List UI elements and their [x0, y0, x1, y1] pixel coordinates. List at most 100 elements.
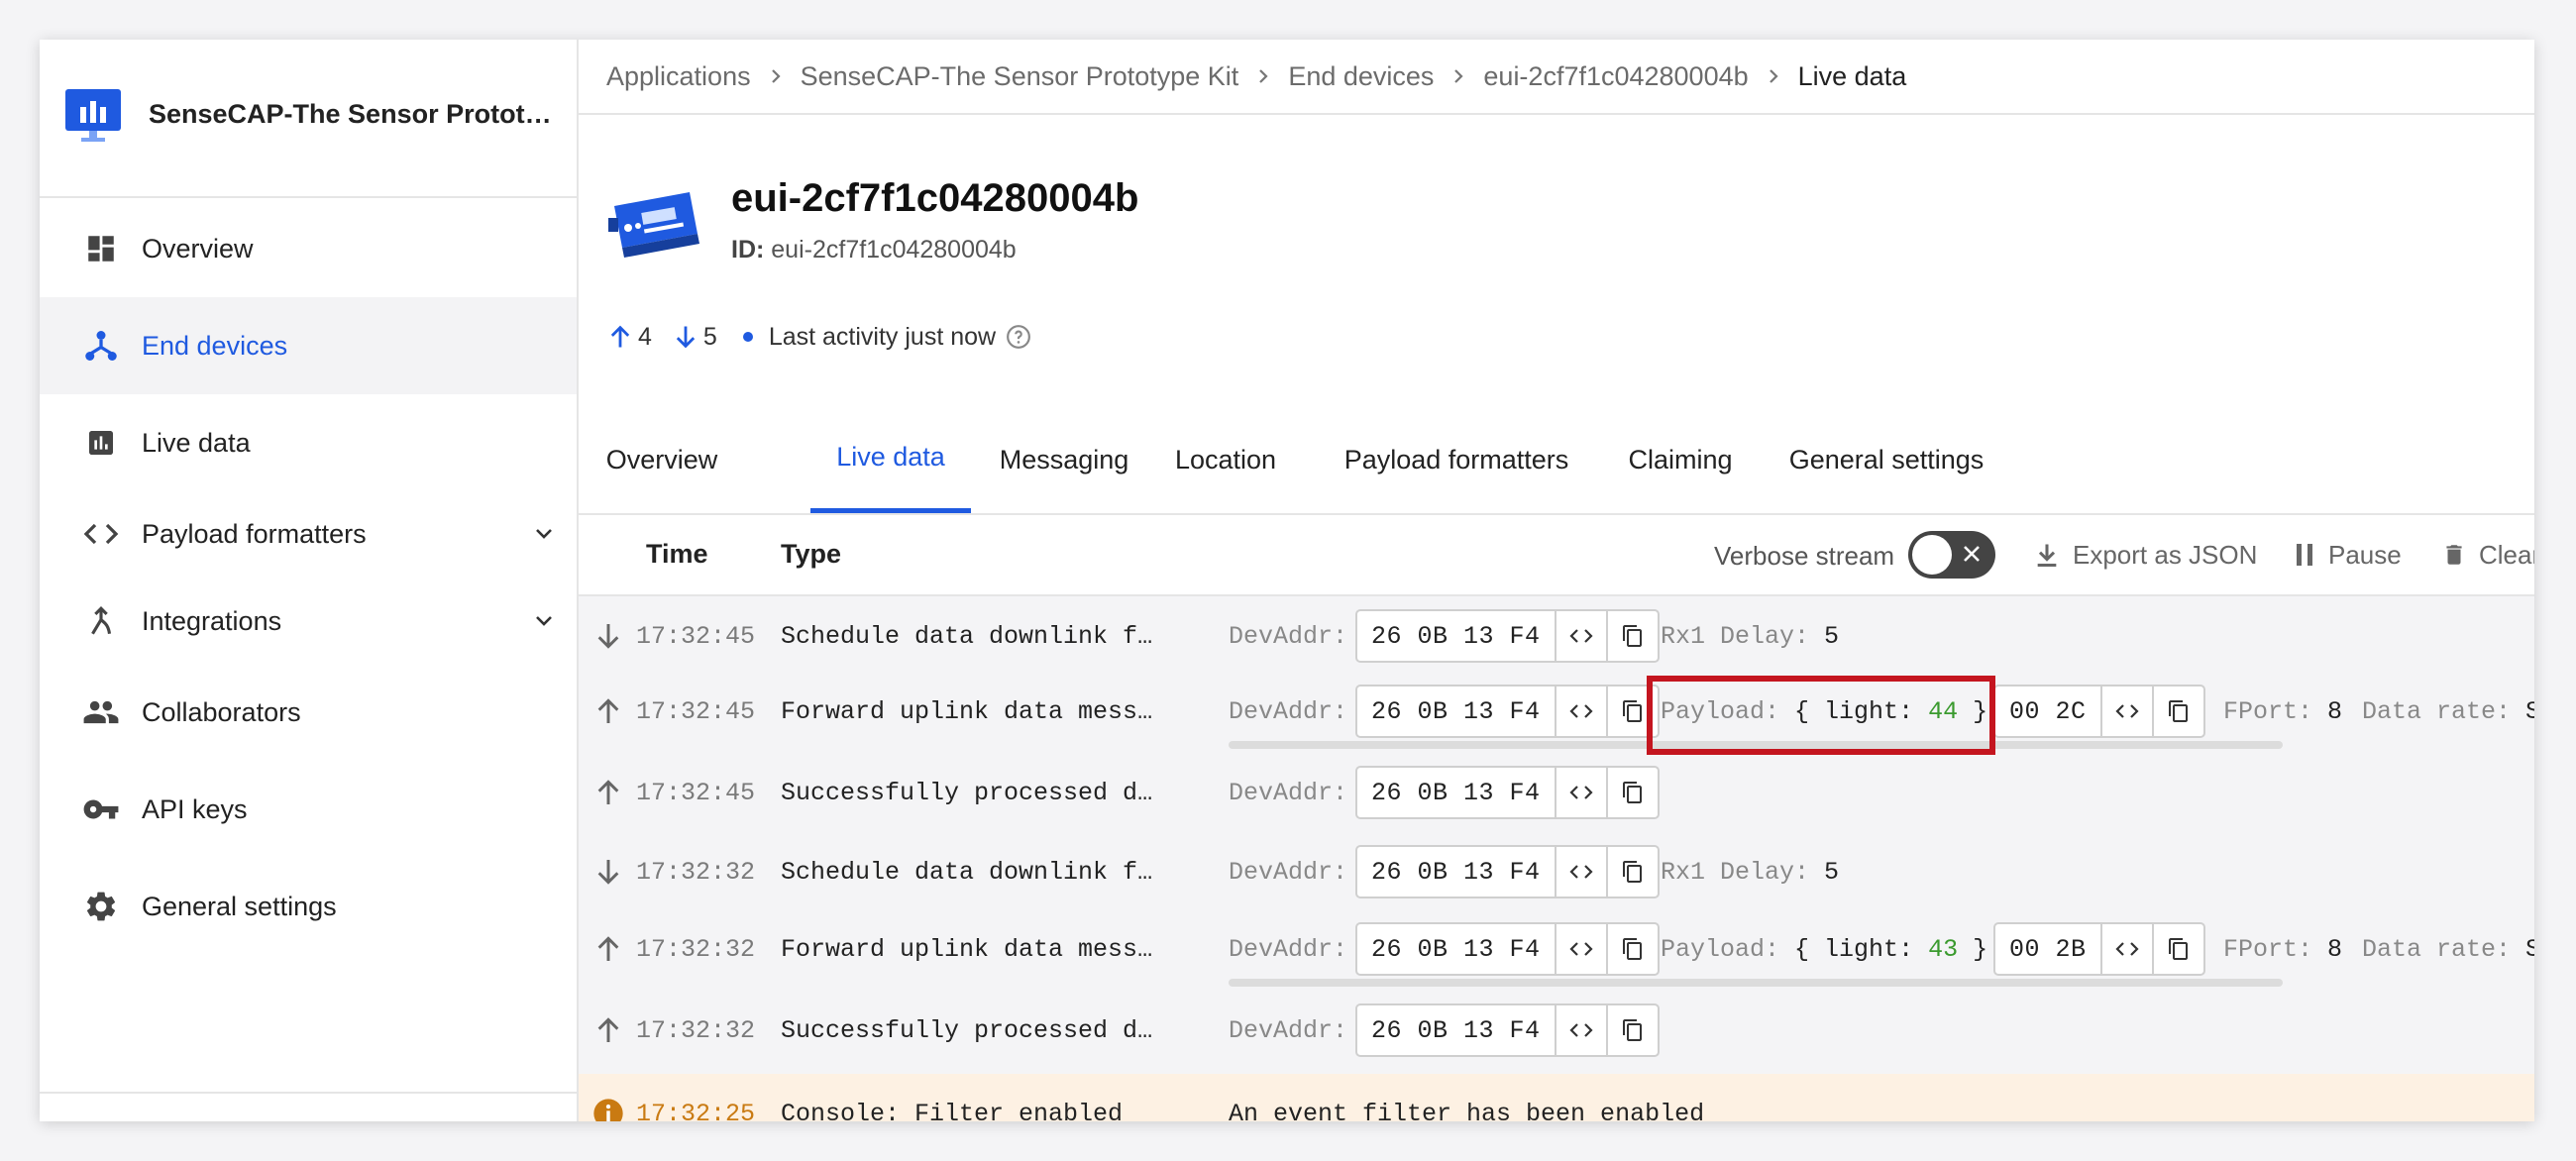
copy-button[interactable]: [2151, 686, 2203, 736]
raw-payload-value: 00 2C: [2009, 696, 2087, 726]
event-row[interactable]: 17:32:45 Forward uplink data message Dev…: [579, 672, 2534, 755]
event-row[interactable]: 17:32:32 Forward uplink data message Dev…: [579, 909, 2534, 989]
code-icon: [1568, 704, 1593, 718]
tab-general-settings[interactable]: General settings: [1764, 406, 2009, 513]
clear-button[interactable]: Clear: [2441, 537, 2534, 573]
chevron-down-icon[interactable]: [531, 521, 557, 547]
uplink-count-value: 4: [638, 322, 652, 351]
format-toggle-button[interactable]: [1554, 1005, 1606, 1055]
event-row[interactable]: 17:32:45 Schedule data downlink for… Dev…: [579, 596, 2534, 676]
code-icon: [2114, 704, 2139, 718]
tab-payload-formatters[interactable]: Payload formatters: [1316, 406, 1597, 513]
format-toggle-button[interactable]: [2099, 924, 2152, 974]
event-row[interactable]: 17:32:32 Schedule data downlink for… Dev…: [579, 832, 2534, 911]
data-rate: Data rate: SF12: [2362, 697, 2534, 726]
row-scrollbar[interactable]: [1229, 979, 2283, 987]
sidebar-item-general-settings[interactable]: General settings: [40, 858, 577, 955]
format-toggle-button[interactable]: [2099, 686, 2152, 736]
live-data-icon: [81, 423, 121, 463]
sidebar-item-integrations[interactable]: Integrations: [40, 573, 577, 670]
rx1-delay-label: Rx1 Delay:: [1661, 622, 1810, 651]
tab-location[interactable]: Location: [1167, 406, 1284, 513]
event-type: Forward uplink data message: [781, 935, 1167, 964]
format-toggle-button[interactable]: [1554, 611, 1606, 661]
tab-messaging[interactable]: Messaging: [995, 406, 1133, 513]
copy-icon: [1622, 782, 1642, 803]
format-toggle-button[interactable]: [1554, 686, 1606, 736]
tab-live-data[interactable]: Live data: [810, 406, 971, 513]
chevron-down-icon[interactable]: [531, 608, 557, 634]
pause-button[interactable]: Pause: [2295, 537, 2402, 573]
help-icon[interactable]: [1006, 324, 1031, 350]
format-toggle-button[interactable]: [1554, 847, 1606, 897]
downlink-count: 5: [672, 322, 717, 352]
export-json-button[interactable]: Export as JSON: [2033, 537, 2257, 573]
column-type: Type: [781, 539, 842, 569]
sidebar-item-end-devices[interactable]: End devices: [40, 297, 577, 394]
copy-icon: [1622, 625, 1642, 647]
chevron-right-icon: [1238, 67, 1288, 85]
event-row[interactable]: 17:32:25 Console: Filter enabled An even…: [579, 1074, 2534, 1121]
tab-overview[interactable]: Overview: [606, 406, 718, 513]
devaddr-label: DevAddr:: [1229, 858, 1348, 887]
arrow-up-icon: [597, 1017, 619, 1042]
data-rate-value: SF12: [2525, 935, 2534, 964]
devaddr-label: DevAddr:: [1229, 1016, 1348, 1045]
breadcrumb-application[interactable]: SenseCAP-The Sensor Prototype Kit: [801, 61, 1239, 92]
rx1-delay-value: 5: [1824, 858, 1840, 887]
devaddr-label: DevAddr:: [1229, 779, 1348, 807]
fport-label: FPort:: [2223, 697, 2313, 726]
fport: FPort: 8: [2223, 935, 2342, 964]
code-icon: [2114, 942, 2139, 956]
arrow-up-icon: [597, 698, 619, 723]
sidebar-item-label: End devices: [142, 330, 288, 361]
code-icon: [81, 514, 121, 554]
copy-button[interactable]: [2151, 924, 2203, 974]
devaddr-chip: 26 0B 13 F4: [1355, 1003, 1660, 1057]
pause-label: Pause: [2328, 539, 2402, 570]
event-type: Schedule data downlink for…: [781, 622, 1167, 651]
event-time: 17:32:25: [636, 1100, 756, 1121]
event-list: 17:32:45 Schedule data downlink for… Dev…: [579, 596, 2534, 1121]
breadcrumb-applications[interactable]: Applications: [606, 61, 751, 92]
copy-button[interactable]: [1605, 611, 1658, 661]
format-toggle-button[interactable]: [1554, 768, 1606, 817]
verbose-stream-toggle[interactable]: [1908, 531, 1995, 579]
application-name[interactable]: SenseCAP-The Sensor Prototy…: [149, 99, 565, 130]
breadcrumb-end-devices[interactable]: End devices: [1288, 61, 1434, 92]
payload-open: { light:: [1794, 935, 1914, 964]
payload-close: }: [1973, 935, 1988, 964]
sidebar-item-collaborators[interactable]: Collaborators: [40, 664, 577, 761]
people-icon: [81, 692, 121, 732]
copy-button[interactable]: [1605, 1005, 1658, 1055]
sidebar-item-overview[interactable]: Overview: [40, 200, 577, 297]
format-toggle-button[interactable]: [1554, 924, 1606, 974]
breadcrumb-device[interactable]: eui-2cf7f1c04280004b: [1483, 61, 1748, 92]
devaddr-value: 26 0B 13 F4: [1371, 857, 1541, 887]
devaddr-chip: 26 0B 13 F4: [1355, 609, 1660, 663]
device-stats: 4 5 Last activity just now: [606, 317, 1031, 357]
devaddr-chip: 26 0B 13 F4: [1355, 685, 1660, 738]
devaddr-label: DevAddr:: [1229, 697, 1348, 726]
last-activity: Last activity just now: [768, 322, 997, 351]
device-tabs: Overview Live data Messaging Location Pa…: [579, 406, 2534, 515]
sidebar-item-live-data[interactable]: Live data: [40, 394, 577, 491]
event-row[interactable]: 17:32:45 Successfully processed dat… Dev…: [579, 753, 2534, 832]
event-row[interactable]: 17:32:32 Successfully processed dat… Dev…: [579, 991, 2534, 1070]
copy-button[interactable]: [1605, 847, 1658, 897]
copy-button[interactable]: [1605, 924, 1658, 974]
sidebar-item-api-keys[interactable]: API keys: [40, 761, 577, 858]
download-icon: [2037, 544, 2057, 568]
event-extra: Rx1 Delay: 5: [1661, 622, 1839, 651]
key-icon: [81, 790, 121, 829]
devaddr-value: 26 0B 13 F4: [1371, 934, 1541, 964]
sidebar-item-payload-formatters[interactable]: Payload formatters: [40, 485, 577, 582]
code-icon: [1568, 629, 1593, 643]
copy-button[interactable]: [1605, 768, 1658, 817]
code-icon: [1568, 786, 1593, 799]
breadcrumb-live-data: Live data: [1797, 60, 1907, 91]
arrow-down-icon: [597, 860, 619, 885]
sidebar-divider: [40, 1092, 577, 1094]
event-time: 17:32:45: [636, 622, 756, 651]
tab-claiming[interactable]: Claiming: [1617, 406, 1744, 513]
